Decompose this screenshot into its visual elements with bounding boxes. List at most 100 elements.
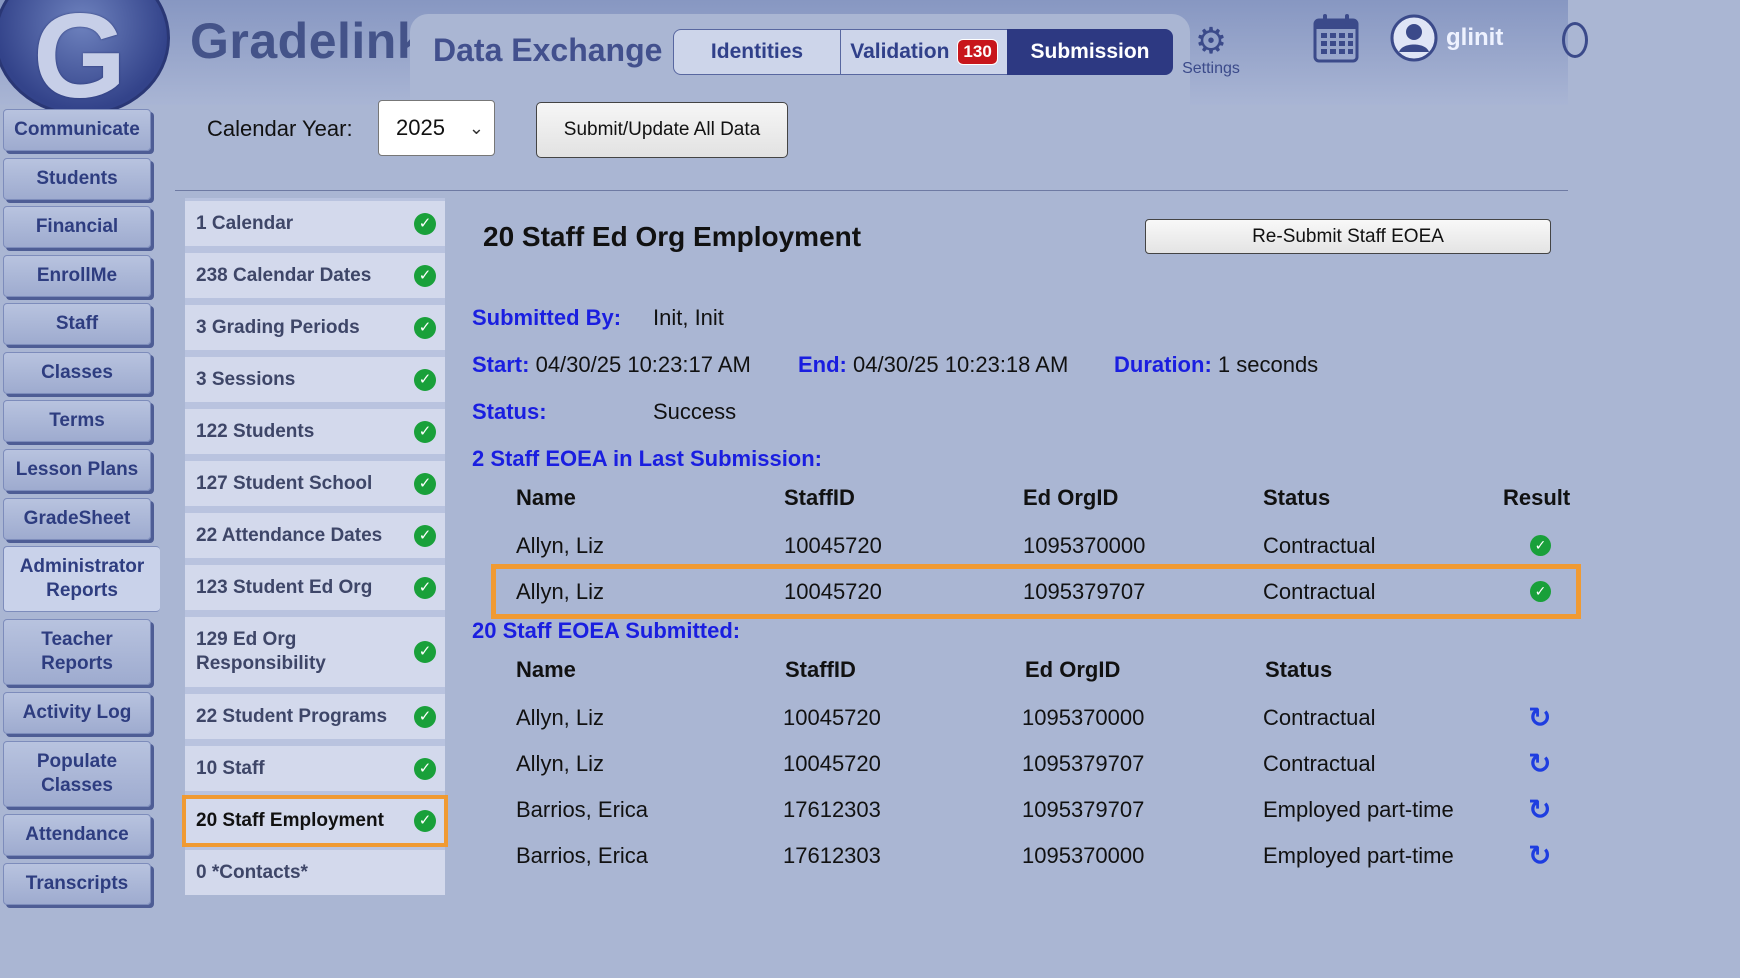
step-item[interactable]: 10 Staff ✓ [185,746,445,791]
check-icon: ✓ [414,576,436,599]
calendar-year-select[interactable]: 2025 ⌄ [378,100,495,156]
submitted-heading: 20 Staff EOEA Submitted: [472,618,741,643]
cell-edorgid: 1095370000 [1023,533,1146,558]
cell-edorgid: 1095370000 [1022,705,1145,730]
step-item[interactable]: 123 Student Ed Org ✓ [185,565,445,610]
check-icon: ✓ [414,368,436,391]
step-item[interactable]: 3 Sessions ✓ [185,357,445,402]
nav-staff[interactable]: Staff [3,303,151,345]
duration-value: 1 seconds [1217,352,1319,377]
step-item[interactable]: 0 *Contacts* [185,850,445,895]
cell-edorgid: 1095379707 [1022,751,1145,776]
module-title: Data Exchange [433,32,663,68]
step-item[interactable]: 129 Ed Org Responsibility ✓ [185,617,445,687]
status-label: Status: [472,399,547,424]
col-header-status: Status [1263,485,1331,510]
calendar-year-label: Calendar Year: [207,116,353,141]
step-label: 10 Staff [196,757,265,779]
nav-transcripts[interactable]: Transcripts [3,863,151,905]
cell-name: Allyn, Liz [516,533,605,558]
check-icon: ✓ [414,641,436,663]
duration-row: Duration: 1 seconds [1114,352,1318,378]
user-name[interactable]: glinit [1446,24,1503,52]
end-row: End: 04/30/25 10:23:18 AM [798,352,1068,378]
cell-name: Allyn, Liz [516,705,605,730]
nav-administrator-reports[interactable]: Administrator Reports [3,546,160,612]
step-item[interactable]: 22 Student Programs ✓ [185,694,445,739]
step-item[interactable]: 1 Calendar ✓ [185,201,445,246]
end-label: End: [798,352,847,377]
step-label: 123 Student Ed Org [196,576,373,598]
col-header-edorgid: Ed OrgID [1023,485,1119,510]
selected-step-highlight [182,795,448,847]
chevron-down-icon: ⌄ [468,118,484,138]
col-header-edorgid: Ed OrgID [1025,657,1121,682]
tab-identities[interactable]: Identities [673,29,841,75]
validation-count-badge: 130 [957,39,998,65]
nav-lesson-plans[interactable]: Lesson Plans [3,449,151,491]
nav-attendance[interactable]: Attendance [3,814,151,856]
cell-name: Barrios, Erica [516,797,649,822]
step-label: 238 Calendar Dates [196,264,372,286]
cell-staffid: 17612303 [783,797,881,822]
settings-gear-icon: ⚙ [1194,20,1228,61]
calendar-year-value: 2025 [396,115,445,140]
nav-gradesheet[interactable]: GradeSheet [3,498,151,540]
start-value: 04/30/25 10:23:17 AM [535,352,751,377]
status-row: Status: Success [472,399,736,425]
nav-activity-log[interactable]: Activity Log [3,692,151,734]
calendar-icon[interactable] [1313,13,1359,63]
refresh-icon[interactable]: ↻ [1528,842,1551,870]
refresh-icon[interactable]: ↻ [1528,796,1551,824]
step-label: 22 Student Programs [196,705,388,727]
submit-all-button[interactable]: Submit/Update All Data [536,102,788,158]
nav-enrollme[interactable]: EnrollMe [3,255,151,297]
cell-edorgid: 1095370000 [1022,843,1145,868]
duration-label: Duration: [1114,352,1212,377]
tab-submission[interactable]: Submission [1007,29,1173,75]
check-icon: ✓ [414,420,436,443]
step-label: 129 Ed Org Responsibility [196,629,326,674]
step-label: 3 Grading Periods [196,316,360,338]
nav-populate-classes[interactable]: Populate Classes [3,741,151,807]
last-submission-heading: 2 Staff EOEA in Last Submission: [472,446,823,471]
tab-validation[interactable]: Validation 130 [840,29,1008,75]
col-header-staffid: StaffID [784,485,855,510]
nav-financial[interactable]: Financial [3,206,151,248]
col-header-status: Status [1265,657,1333,682]
nav-teacher-reports[interactable]: Teacher Reports [3,619,151,685]
step-item[interactable]: 127 Student School ✓ [185,461,445,506]
refresh-icon[interactable]: ↻ [1528,750,1551,778]
cell-status: Contractual [1263,533,1376,558]
step-item[interactable]: 238 Calendar Dates ✓ [185,253,445,298]
page-title: 20 Staff Ed Org Employment [483,221,862,252]
check-icon: ✓ [414,524,436,547]
col-header-name: Name [516,485,576,510]
step-item[interactable]: 22 Attendance Dates ✓ [185,513,445,558]
start-label: Start: [472,352,530,377]
nav-terms[interactable]: Terms [3,400,151,442]
submitted-by-label: Submitted By: [472,305,622,330]
nav-students[interactable]: Students [3,158,151,200]
tab-submission-label: Submission [1030,40,1150,63]
step-item[interactable]: 3 Grading Periods ✓ [185,305,445,350]
logo-letter: G [33,0,127,123]
settings-button[interactable]: ⚙ Settings [1180,22,1242,78]
nav-classes[interactable]: Classes [3,352,151,394]
resubmit-button[interactable]: Re-Submit Staff EOEA [1145,219,1551,254]
cell-staffid: 10045720 [783,705,881,730]
nav-communicate[interactable]: Communicate [3,109,151,151]
user-avatar-icon[interactable] [1390,14,1438,62]
step-item[interactable]: 122 Students ✓ [185,409,445,454]
refresh-icon[interactable]: ↻ [1528,704,1551,732]
submitted-by-value: Init, Init [653,305,724,330]
help-icon[interactable] [1562,22,1588,58]
step-label: 0 *Contacts* [196,861,308,883]
col-header-name: Name [516,657,576,682]
brand-name: Gradelink [190,13,426,69]
cell-name: Allyn, Liz [516,751,605,776]
cell-name: Barrios, Erica [516,843,649,868]
tab-identities-label: Identities [710,40,804,63]
check-icon: ✓ [414,472,436,495]
step-label: 22 Attendance Dates [196,524,383,546]
